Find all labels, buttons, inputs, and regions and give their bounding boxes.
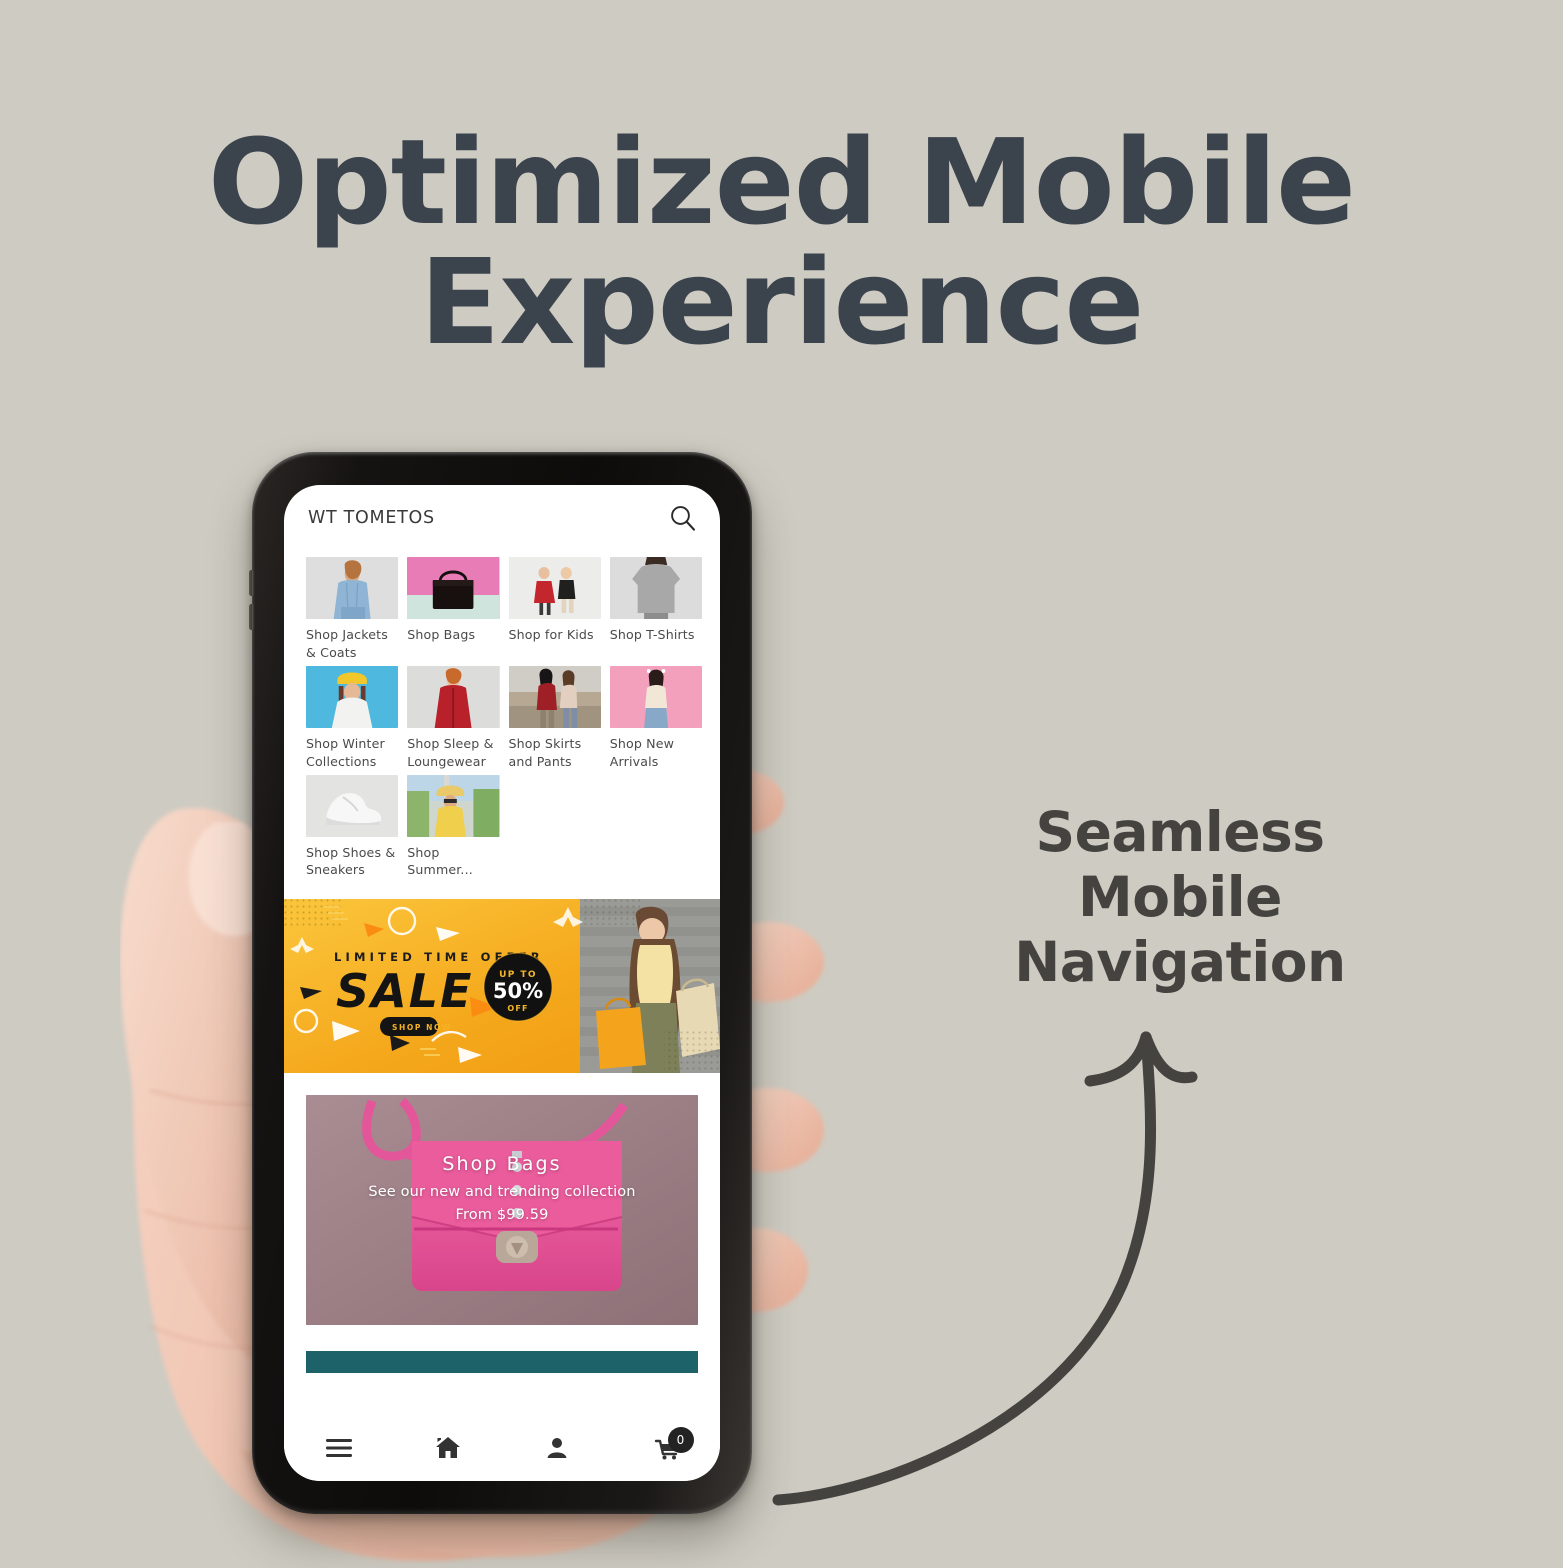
category-grid: Shop Jackets & Coats Shop Bags Shop for … (284, 547, 720, 891)
promo-card-text: Shop Bags See our new and trending colle… (306, 1153, 698, 1223)
nav-cart-button[interactable]: 0 (611, 1415, 720, 1481)
headline-line-2: Experience (419, 233, 1145, 372)
category-tile-shop-jackets-coats[interactable]: Shop Jackets & Coats (306, 557, 399, 662)
woman-red-robe-icon (407, 665, 500, 728)
person-icon (545, 1436, 569, 1460)
category-tile-shop-summer[interactable]: Shop Summer... (407, 774, 500, 880)
side-caption-line-1: Seamless Mobile (1035, 800, 1325, 929)
category-tile-shop-skirts-pants[interactable]: Shop Skirts and Pants (508, 665, 601, 771)
store-brand-name: WT TOMETOS (308, 508, 435, 528)
woman-yellow-beanie-blue-bg-icon (306, 665, 399, 728)
category-label: Shop Shoes & Sneakers (306, 844, 396, 878)
home-icon (435, 1436, 461, 1460)
two-women-street-icon (508, 665, 601, 728)
promo-price: From $99.59 (455, 1207, 549, 1224)
nav-home-button[interactable] (393, 1415, 502, 1481)
category-label: Shop Skirts and Pants (508, 735, 582, 769)
sale-banner[interactable]: LIMITED TIME OFFER SALE SHOP NOW UP TO 5… (284, 899, 720, 1074)
category-label: Shop Jackets & Coats (306, 627, 388, 660)
headline-line-1: Optimized Mobile (207, 113, 1356, 251)
category-label: Shop for Kids (508, 627, 594, 642)
woman-denim-jacket-icon (306, 557, 399, 619)
hamburger-menu-icon (325, 1438, 352, 1458)
cart-count-badge: 0 (667, 1427, 694, 1453)
next-section-peek (284, 1325, 720, 1374)
category-tile-shop-for-kids[interactable]: Shop for Kids (508, 557, 601, 662)
category-label: Shop Summer... (407, 844, 473, 878)
phone-volume-up-button[interactable] (249, 570, 254, 596)
curved-arrow-annotation (760, 955, 1230, 1525)
svg-text:OFF: OFF (507, 1004, 528, 1013)
black-handbag-pink-bg-icon (407, 557, 500, 619)
promo-card-wrap: Shop Bags See our new and trending colle… (284, 1073, 720, 1326)
nav-menu-button[interactable] (284, 1415, 393, 1481)
category-tile-shop-new-arrivals[interactable]: Shop New Arrivals (609, 665, 702, 771)
category-label: Shop New Arrivals (609, 735, 675, 769)
phone-volume-down-button[interactable] (249, 604, 254, 630)
category-tile-shop-sleep-loungewear[interactable]: Shop Sleep & Loungewear (407, 665, 500, 771)
woman-yellow-dress-hat-icon (407, 774, 500, 837)
phone-device: WT TOMETOS Shop Jackets & Coats Shop Bag… (249, 452, 752, 1514)
phone-screen: WT TOMETOS Shop Jackets & Coats Shop Bag… (284, 485, 720, 1481)
search-icon[interactable] (668, 503, 698, 533)
category-tile-shop-bags[interactable]: Shop Bags (407, 557, 500, 662)
poster-canvas: Optimized Mobile Experience Seamless Mob… (0, 0, 1563, 1563)
category-label: Shop Winter Collections (306, 735, 385, 769)
svg-text:50%: 50% (493, 979, 543, 1003)
promo-subtitle: See our new and trending collection (368, 1184, 636, 1201)
teal-banner-strip[interactable] (306, 1351, 698, 1374)
bottom-navigation-bar: 0 (284, 1415, 720, 1481)
category-tile-shop-winter-collections[interactable]: Shop Winter Collections (306, 665, 399, 771)
category-label: Shop T-Shirts (609, 627, 695, 642)
man-grey-tshirt-icon (609, 557, 702, 619)
page-title: Optimized Mobile Experience (0, 122, 1563, 363)
white-sneaker-icon (306, 774, 399, 837)
promo-title: Shop Bags (442, 1153, 562, 1176)
nav-account-button[interactable] (502, 1415, 611, 1481)
svg-text:SHOP NOW: SHOP NOW (392, 1023, 452, 1032)
promo-card-shop-bags[interactable]: Shop Bags See our new and trending colle… (306, 1095, 698, 1326)
category-tile-shop-tshirts[interactable]: Shop T-Shirts (609, 557, 702, 662)
two-children-icon (508, 557, 601, 619)
app-header: WT TOMETOS (284, 485, 720, 547)
category-label: Shop Bags (407, 627, 476, 642)
category-label: Shop Sleep & Loungewear (407, 735, 494, 769)
svg-text:SALE: SALE (336, 964, 473, 1018)
category-tile-shop-shoes-sneakers[interactable]: Shop Shoes & Sneakers (306, 774, 399, 880)
woman-pink-bg-icon (609, 665, 702, 728)
